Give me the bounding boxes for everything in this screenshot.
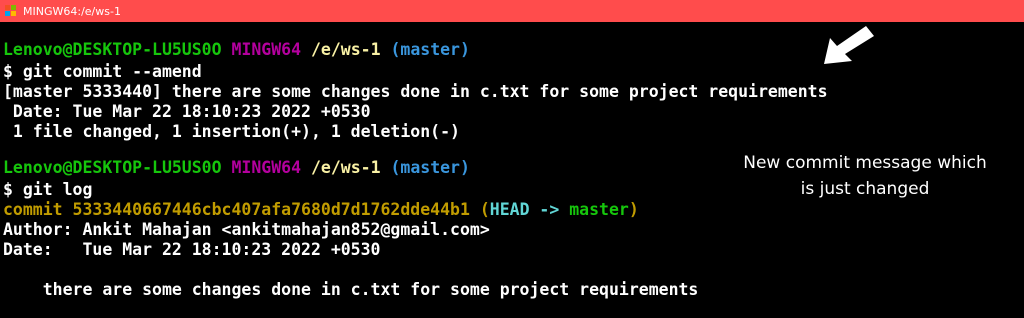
command-line-2: $ git log [3, 180, 93, 199]
log-message-line: there are some changes done in c.txt for… [3, 280, 699, 299]
log-author-line: Author: Ankit Mahajan <ankitmahajan852@g… [3, 220, 490, 239]
prompt-branch: (master) [390, 158, 470, 177]
annotation-callout: New commit message which is just changed [716, 150, 1014, 202]
window-title: MINGW64:/e/ws-1 [23, 4, 121, 18]
log-date-line: Date: Tue Mar 22 18:10:23 2022 +0530 [3, 240, 381, 259]
command-line-1: $ git commit --amend [3, 62, 202, 81]
prompt-path: /e/ws-1 [310, 40, 381, 59]
log-close-paren: ) [628, 200, 639, 219]
log-commit-hash: commit 5333440667446cbc407afa7680d7d1762… [3, 200, 490, 219]
prompt-path: /e/ws-1 [310, 158, 381, 177]
window-titlebar[interactable]: MINGW64:/e/ws-1 [0, 0, 1024, 22]
commit-stats-line: 1 file changed, 1 insertion(+), 1 deleti… [3, 122, 460, 141]
log-master-ref: master [569, 200, 629, 219]
commit-summary-line: [master 5333440] there are some changes … [3, 82, 828, 101]
annotation-line-2: is just changed [800, 179, 930, 199]
commit-date-line: Date: Tue Mar 22 18:10:23 2022 +0530 [3, 102, 371, 121]
prompt-env: MINGW64 [231, 40, 302, 59]
log-head-ref: HEAD -> [489, 200, 570, 219]
prompt-line-2: Lenovo@DESKTOP-LU5US0O MINGW64 /e/ws-1 (… [3, 158, 470, 178]
mingw-app-icon [5, 5, 17, 17]
pointer-arrow-icon [824, 26, 874, 64]
annotation-line-1: New commit message which [743, 153, 987, 173]
log-commit-line: commit 5333440667446cbc407afa7680d7d1762… [3, 200, 639, 220]
prompt-branch: (master) [390, 40, 470, 59]
prompt-user-host: Lenovo@DESKTOP-LU5US0O [3, 40, 222, 59]
prompt-user-host: Lenovo@DESKTOP-LU5US0O [3, 158, 222, 177]
prompt-line-1: Lenovo@DESKTOP-LU5US0O MINGW64 /e/ws-1 (… [3, 40, 470, 60]
prompt-env: MINGW64 [231, 158, 302, 177]
